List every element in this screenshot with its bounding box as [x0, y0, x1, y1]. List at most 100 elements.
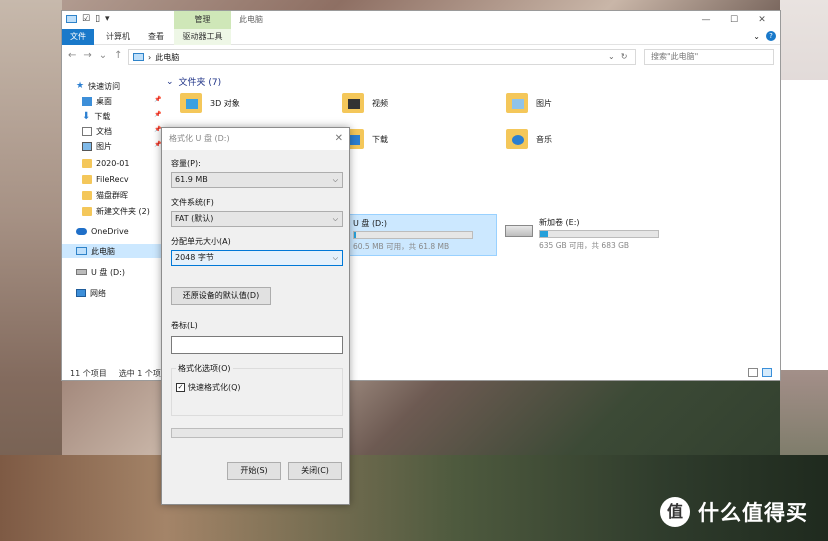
folder-videos[interactable]: 视频: [342, 93, 388, 113]
drive-usb-d[interactable]: U 盘 (D:) 60.5 MB 可用，共 61.8 MB: [349, 214, 497, 256]
drive-info: U 盘 (D:) 60.5 MB 可用，共 61.8 MB: [353, 218, 473, 252]
nav-item-2020-01[interactable]: 2020-01: [82, 156, 129, 170]
start-button[interactable]: 开始(S): [227, 462, 281, 480]
format-dialog: 格式化 U 盘 (D:) ✕ 容量(P): 61.9 MB ⌵ 文件系统(F) …: [161, 127, 350, 505]
nav-network[interactable]: 网络: [76, 286, 106, 300]
item-count: 11 个项目: [70, 369, 107, 378]
nav-quick-access[interactable]: ★ 快速访问: [76, 79, 120, 93]
folder-label: 视频: [372, 98, 388, 108]
folder-music[interactable]: 音乐: [506, 129, 552, 149]
new-folder-icon[interactable]: ▯: [95, 14, 100, 24]
nav-item-pictures[interactable]: 图片: [82, 139, 112, 153]
allocation-unit-select[interactable]: 2048 字节 ⌵: [171, 250, 343, 266]
address-bar[interactable]: › 此电脑: [128, 49, 636, 65]
folder-label: 下载: [372, 134, 388, 144]
back-icon[interactable]: ←: [68, 50, 76, 61]
recent-locations-icon[interactable]: ⌄: [99, 50, 107, 61]
breadcrumb-this-pc[interactable]: 此电脑: [155, 52, 179, 63]
nav-label: 新建文件夹 (2): [96, 206, 150, 216]
title-bar: ☑ ▯ ▾ 管理 此电脑 — ☐ ✕: [62, 11, 780, 29]
address-dropdown-icon[interactable]: ⌄: [608, 49, 615, 65]
refresh-icon[interactable]: ↻: [621, 49, 628, 65]
nav-item-documents[interactable]: 文档: [82, 124, 112, 138]
nav-label: 桌面: [96, 96, 112, 106]
nav-item-filerecv[interactable]: FileRecv: [82, 172, 129, 186]
tab-computer[interactable]: 计算机: [106, 29, 130, 45]
chevron-down-icon: ⌵: [332, 176, 338, 184]
search-input[interactable]: 搜索"此电脑": [644, 49, 774, 65]
large-icons-view-icon[interactable]: [762, 368, 772, 377]
folders-section-header[interactable]: ⌄ 文件夹 (7): [166, 75, 221, 89]
folder-3d-objects[interactable]: 3D 对象: [180, 93, 240, 113]
tab-drive-tools[interactable]: 驱动器工具: [174, 29, 231, 45]
3d-objects-icon: [180, 93, 202, 113]
network-icon: [76, 289, 86, 297]
hard-drive-icon: [505, 225, 533, 237]
this-pc-icon: [133, 53, 144, 61]
folder-icon: [82, 158, 92, 168]
volume-label-label: 卷标(L): [171, 321, 198, 330]
nav-usb-drive[interactable]: U 盘 (D:): [76, 265, 125, 279]
up-icon[interactable]: ↑: [114, 50, 122, 61]
navigation-pane: ★ 快速访问 桌面 📌 ⬇ 下载 📌 文档 📌 图片 📌 2020-01 Fil…: [62, 71, 162, 361]
folder-label: 图片: [536, 98, 552, 108]
nav-item-new-folder[interactable]: 新建文件夹 (2): [82, 204, 150, 218]
format-options-label: 格式化选项(O): [176, 363, 233, 374]
dialog-title: 格式化 U 盘 (D:): [169, 134, 230, 143]
picture-folder-icon: [506, 93, 528, 113]
drive-usage-bar: [353, 231, 473, 239]
tab-view[interactable]: 查看: [148, 29, 164, 45]
drive-free-text: 60.5 MB 可用，共 61.8 MB: [353, 242, 450, 251]
music-folder-icon: [506, 129, 528, 149]
capacity-label: 容量(P):: [171, 159, 201, 168]
folder-icon: [82, 206, 92, 216]
chevron-down-icon: ⌄: [166, 76, 174, 87]
nav-item-desktop[interactable]: 桌面: [82, 94, 112, 108]
restore-defaults-button[interactable]: 还原设备的默认值(D): [171, 287, 271, 305]
tab-file[interactable]: 文件: [62, 29, 94, 45]
help-icon[interactable]: ?: [766, 31, 776, 41]
filesystem-select[interactable]: FAT (默认) ⌵: [171, 211, 343, 227]
drive-new-volume-e[interactable]: 新加卷 (E:) 635 GB 可用，共 683 GB: [502, 214, 672, 256]
capacity-select[interactable]: 61.9 MB ⌵: [171, 172, 343, 188]
drive-name: 新加卷 (E:): [539, 218, 580, 227]
drive-usage-fill: [354, 232, 357, 238]
chevron-down-icon: ⌵: [332, 254, 338, 262]
desktop-icon: [82, 96, 92, 106]
smzdm-logo: 值: [660, 497, 690, 527]
minimize-button[interactable]: —: [692, 11, 720, 29]
nav-item-cat-nas[interactable]: 猫盘群晖: [82, 188, 128, 202]
nav-label: U 盘 (D:): [91, 267, 126, 277]
checkmark-icon: ✓: [176, 383, 185, 392]
address-bar-row: ← → ⌄ ↑ › 此电脑 ⌄ ↻ 搜索"此电脑": [62, 48, 780, 66]
folder-pictures[interactable]: 图片: [506, 93, 552, 113]
this-pc-icon: [76, 247, 87, 255]
capacity-value: 61.9 MB: [175, 175, 208, 184]
window-title: 此电脑: [239, 15, 263, 24]
drive-info: 新加卷 (E:) 635 GB 可用，共 683 GB: [539, 217, 659, 253]
maximize-button[interactable]: ☐: [720, 11, 748, 29]
nav-label: 猫盘群晖: [96, 190, 128, 200]
properties-icon[interactable]: ☑: [82, 14, 90, 24]
volume-label-input[interactable]: [171, 336, 343, 354]
close-dialog-button[interactable]: 关闭(C): [288, 462, 342, 480]
nav-this-pc[interactable]: 此电脑: [62, 244, 162, 258]
customize-qat-icon[interactable]: ▾: [105, 14, 110, 24]
expand-ribbon-icon[interactable]: ⌄: [753, 32, 760, 41]
close-icon[interactable]: ✕: [335, 128, 343, 150]
nav-label: OneDrive: [91, 226, 129, 236]
drive-usage-bar: [539, 230, 659, 238]
nav-item-downloads[interactable]: ⬇ 下载: [82, 109, 110, 123]
quick-format-checkbox[interactable]: ✓ 快速格式化(Q): [176, 382, 241, 393]
drive-name: U 盘 (D:): [353, 219, 388, 228]
quick-format-label: 快速格式化(Q): [188, 383, 241, 392]
nav-label: 快速访问: [88, 81, 121, 91]
nav-label: 2020-01: [96, 158, 130, 168]
nav-onedrive[interactable]: OneDrive: [76, 224, 129, 238]
ribbon-tabs: 文件 计算机 查看 驱动器工具 ⌄ ?: [62, 29, 780, 45]
forward-icon[interactable]: →: [83, 50, 91, 61]
manage-context-tab[interactable]: 管理: [174, 11, 231, 29]
nav-label: 此电脑: [91, 246, 115, 256]
details-view-icon[interactable]: [748, 368, 758, 377]
close-button[interactable]: ✕: [748, 11, 776, 29]
